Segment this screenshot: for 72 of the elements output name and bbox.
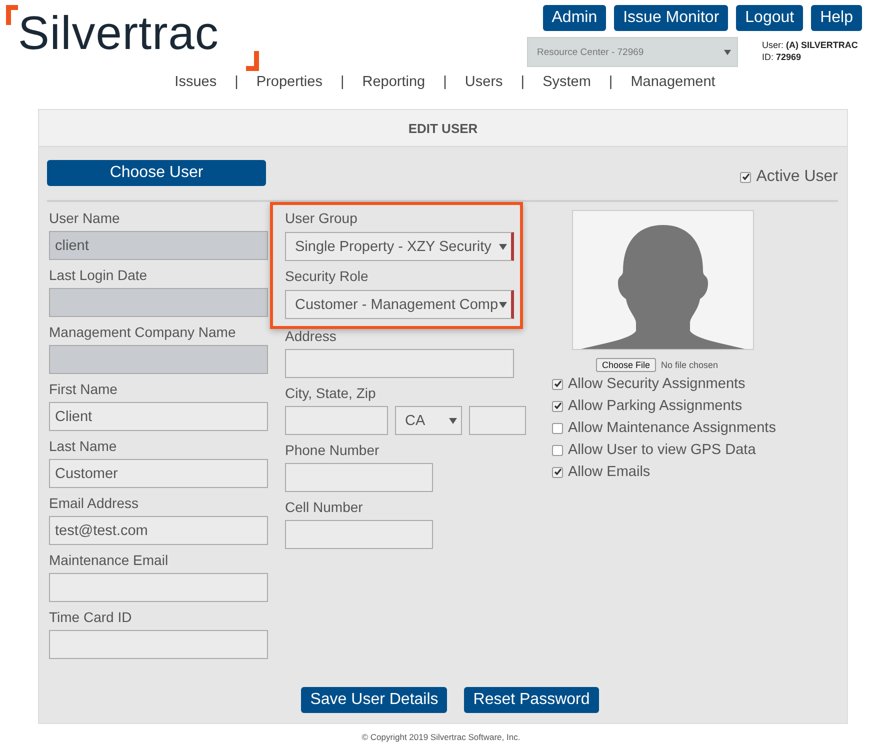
input-field[interactable] bbox=[49, 630, 268, 659]
nav-link[interactable]: System bbox=[542, 74, 591, 90]
nav-link[interactable]: Reporting bbox=[362, 74, 426, 90]
input-field[interactable] bbox=[285, 463, 433, 492]
nav-separator: | bbox=[234, 74, 238, 90]
action-button[interactable]: Reset Password bbox=[464, 687, 599, 713]
nav-link[interactable]: Issues bbox=[174, 74, 217, 90]
checkbox-label: Active User bbox=[756, 168, 838, 186]
nav-link[interactable]: Users bbox=[464, 74, 503, 90]
field-label: Last Login Date bbox=[49, 267, 148, 284]
caret-icon bbox=[449, 416, 457, 424]
checkbox-label: Allow Security Assignments bbox=[568, 376, 746, 392]
copyright: © Copyright 2019 Silvertrac Software, Inc. bbox=[362, 732, 520, 742]
field-label: Security Role bbox=[285, 268, 368, 284]
field-label: User Group bbox=[285, 210, 358, 226]
checkbox-label: Allow Maintenance Assignments bbox=[568, 420, 776, 436]
field-label: City, State, Zip bbox=[285, 385, 377, 402]
checkbox[interactable] bbox=[740, 172, 752, 182]
caret-icon bbox=[724, 48, 731, 56]
field-label: Last Name bbox=[49, 438, 118, 455]
input-field[interactable]: test@test.com bbox=[49, 516, 268, 545]
id-label: ID: bbox=[762, 52, 774, 62]
field-label: Time Card ID bbox=[49, 609, 133, 626]
checkbox[interactable] bbox=[552, 400, 563, 412]
checkbox-label: Allow Emails bbox=[568, 464, 650, 480]
nav-separator: | bbox=[340, 74, 344, 90]
dropdown[interactable]: Customer - Management Comp bbox=[285, 290, 514, 319]
choose-file-button[interactable]: Choose File bbox=[596, 358, 656, 372]
city-field[interactable] bbox=[285, 406, 388, 435]
user-value: (A) SILVERTRAC bbox=[786, 40, 858, 50]
header-button[interactable]: Issue Monitor bbox=[614, 5, 728, 31]
caret-icon bbox=[499, 242, 507, 250]
header-button[interactable]: Logout bbox=[736, 5, 804, 31]
field-label: Address bbox=[285, 328, 338, 345]
bracket-icon bbox=[246, 51, 259, 71]
bracket-icon bbox=[6, 5, 18, 25]
field-label: Maintenance Email bbox=[49, 552, 170, 569]
field-label: Email Address bbox=[49, 495, 140, 512]
input-field[interactable] bbox=[49, 573, 268, 602]
state-dropdown[interactable]: CA bbox=[395, 406, 462, 435]
checkbox-label: Allow Parking Assignments bbox=[568, 398, 742, 414]
file-status: No file chosen bbox=[661, 360, 718, 370]
header-button[interactable]: Admin bbox=[542, 5, 606, 31]
field-label: First Name bbox=[49, 381, 118, 398]
panel-title: EDIT USER bbox=[39, 110, 847, 147]
user-label: User: bbox=[762, 40, 784, 50]
id-value: 72969 bbox=[776, 52, 802, 62]
field-label: Cell Number bbox=[285, 499, 364, 516]
nav-link[interactable]: Management bbox=[630, 74, 716, 90]
zip-field[interactable] bbox=[469, 406, 526, 435]
caret-icon bbox=[499, 300, 507, 308]
logo: Silvertrac bbox=[18, 5, 219, 60]
header-button[interactable]: Help bbox=[811, 5, 862, 31]
field-label: User Name bbox=[49, 210, 121, 227]
input-field[interactable]: Customer bbox=[49, 459, 268, 488]
action-button[interactable]: Save User Details bbox=[301, 687, 448, 713]
nav-separator: | bbox=[608, 74, 613, 90]
nav-separator: | bbox=[443, 74, 447, 90]
input-field[interactable] bbox=[285, 349, 514, 378]
checkbox[interactable] bbox=[552, 422, 563, 434]
choose-user-button[interactable]: Choose User bbox=[47, 160, 266, 186]
input-field[interactable] bbox=[285, 520, 433, 549]
checkbox-label: Allow User to view GPS Data bbox=[568, 442, 756, 458]
nav-link[interactable]: Properties bbox=[256, 74, 322, 90]
field-label: Management Company Name bbox=[49, 324, 237, 341]
checkbox[interactable] bbox=[552, 378, 563, 390]
checkbox[interactable] bbox=[552, 444, 563, 456]
dropdown[interactable]: Single Property - XZY Security bbox=[285, 232, 514, 261]
input-field[interactable]: Client bbox=[49, 402, 268, 431]
field-label: Phone Number bbox=[285, 442, 380, 459]
checkbox[interactable] bbox=[552, 466, 563, 478]
nav-separator: | bbox=[520, 74, 525, 90]
